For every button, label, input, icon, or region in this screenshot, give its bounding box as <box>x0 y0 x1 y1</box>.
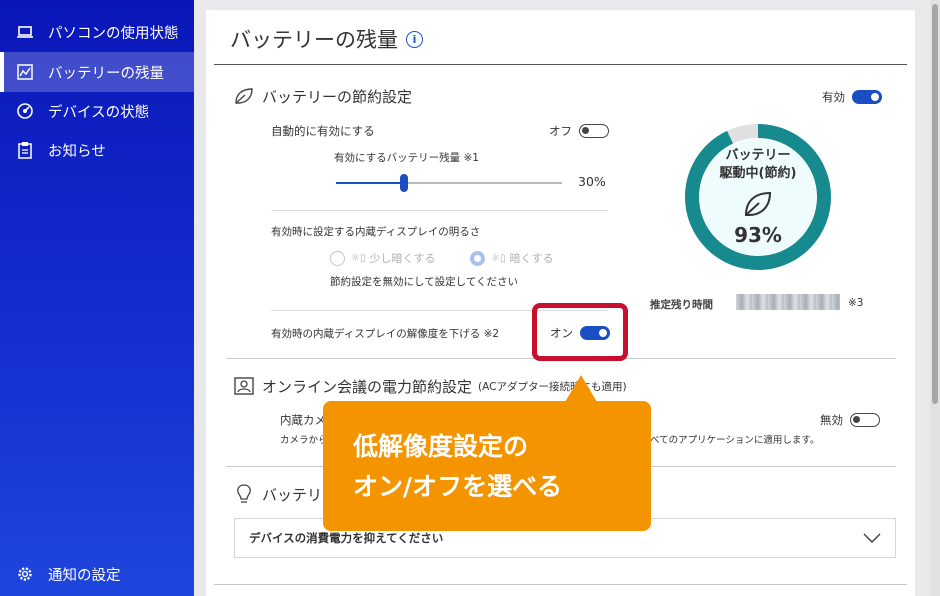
radio-button-selected[interactable] <box>470 250 485 266</box>
brightness-option-darker[interactable]: ☼▯ 暗くする <box>470 250 553 266</box>
battery-chart-icon <box>14 61 36 83</box>
person-frame-icon <box>232 374 256 398</box>
gauge-percent: 93% <box>734 223 782 247</box>
brightness-label: 有効時に設定する内蔵ディスプレイの明るさ <box>271 226 481 238</box>
saving-title-text: バッテリーの節約設定 <box>262 87 413 106</box>
camera-label: 内蔵カメ <box>280 413 326 427</box>
tips-title-text: バッテリ <box>262 485 323 504</box>
info-icon[interactable]: i <box>406 30 423 48</box>
page-title-text: バッテリーの残量 <box>230 28 398 52</box>
scrollbar[interactable] <box>930 0 940 596</box>
sidebar-item-news[interactable]: お知らせ <box>0 130 194 170</box>
sidebar-item-usage[interactable]: パソコンの使用状態 <box>0 12 194 52</box>
callout-line2: オン/オフを選べる <box>353 472 563 501</box>
leaf-icon <box>232 84 256 108</box>
sidebar-item-notification-settings[interactable]: 通知の設定 <box>0 554 194 594</box>
page-title: バッテリーの残量 i <box>230 24 423 54</box>
sidebar-item-battery[interactable]: バッテリーの残量 <box>0 52 194 92</box>
brightness-icon: ☼▯ <box>351 252 366 264</box>
option-label: 暗くする <box>509 252 554 265</box>
remaining-time-value-blurred <box>736 294 840 310</box>
sidebar: パソコンの使用状態 バッテリーの残量 デバイスの状態 お知らせ 通知の設定 <box>0 0 194 596</box>
gauge-icon <box>14 100 36 122</box>
threshold-value: 30% <box>578 174 606 189</box>
meeting-subtitle: (ACアダプター接続時にも適用) <box>478 380 627 393</box>
tips-dropdown-label: デバイスの消費電力を抑えてください <box>249 531 444 545</box>
sidebar-item-device[interactable]: デバイスの状態 <box>0 91 194 131</box>
auto-enable-toggle-label: オフ <box>549 124 572 138</box>
meeting-toggle-label: 無効 <box>820 413 843 427</box>
divider <box>214 584 907 585</box>
threshold-slider[interactable] <box>336 174 562 192</box>
brightness-note: 節約設定を無効にして設定してください <box>330 276 519 288</box>
leaf-icon <box>744 191 772 216</box>
brightness-option-dim[interactable]: ☼▯ 少し暗くする <box>330 250 435 266</box>
meeting-toggle-switch[interactable] <box>850 413 880 427</box>
clipboard-icon <box>14 139 36 161</box>
sidebar-item-label: お知らせ <box>48 143 106 160</box>
highlight-box <box>532 303 628 361</box>
callout-box: 低解像度設定の オン/オフを選べる <box>323 375 651 531</box>
auto-enable-toggle-switch[interactable] <box>579 124 609 138</box>
radio-button[interactable] <box>330 250 345 266</box>
saving-toggle-label: 有効 <box>822 90 845 104</box>
sidebar-item-label: デバイスの状態 <box>48 104 150 121</box>
sidebar-item-label: パソコンの使用状態 <box>48 25 179 42</box>
sidebar-item-label: バッテリーの残量 <box>48 65 164 82</box>
callout-text: 低解像度設定の オン/オフを選べる <box>353 427 562 507</box>
remaining-time-note: ※3 <box>848 297 864 309</box>
tips-section-title: バッテリ <box>232 482 322 506</box>
meeting-toggle[interactable]: 無効 <box>820 412 880 428</box>
auto-enable-label: 自動的に有効にする <box>271 124 375 138</box>
resolution-label: 有効時の内蔵ディスプレイの解像度を下げる ※2 <box>271 328 500 340</box>
callout-line1: 低解像度設定の <box>353 432 529 461</box>
camera-desc-left: カメラから <box>280 435 328 446</box>
sidebar-item-label: 通知の設定 <box>48 567 121 584</box>
saving-section-title: バッテリーの節約設定 <box>232 84 412 108</box>
threshold-label: 有効にするバッテリー残量 ※1 <box>334 152 479 164</box>
threshold-slider-fill <box>336 182 404 184</box>
chevron-down-icon <box>863 533 881 543</box>
divider <box>271 210 608 211</box>
camera-desc-right: べてのアプリケーションに適用します。 <box>650 435 820 446</box>
divider <box>214 64 907 65</box>
brightness-icon: ☼▯ <box>491 252 506 264</box>
main-panel: バッテリーの残量 i バッテリーの節約設定 有効 自動的に有効にする オフ 有効… <box>206 10 915 596</box>
option-label: 少し暗くする <box>369 252 436 265</box>
remaining-time-label: 推定残り時間 <box>650 299 713 311</box>
laptop-icon <box>14 21 36 43</box>
saving-toggle[interactable]: 有効 <box>822 89 882 105</box>
saving-toggle-switch[interactable] <box>852 90 882 104</box>
gear-icon <box>14 563 36 585</box>
gauge-line2: 駆動中(節約) <box>719 166 797 181</box>
gauge-line1: バッテリー <box>725 148 791 163</box>
gauge-text: バッテリー 駆動中(節約) 93% <box>683 122 833 272</box>
lightbulb-icon <box>232 482 256 506</box>
scrollbar-thumb[interactable] <box>932 4 938 404</box>
threshold-slider-thumb[interactable] <box>399 174 408 192</box>
auto-enable-toggle[interactable]: オフ <box>549 123 609 139</box>
meeting-title-text: オンライン会議の電力節約設定 <box>262 377 473 396</box>
